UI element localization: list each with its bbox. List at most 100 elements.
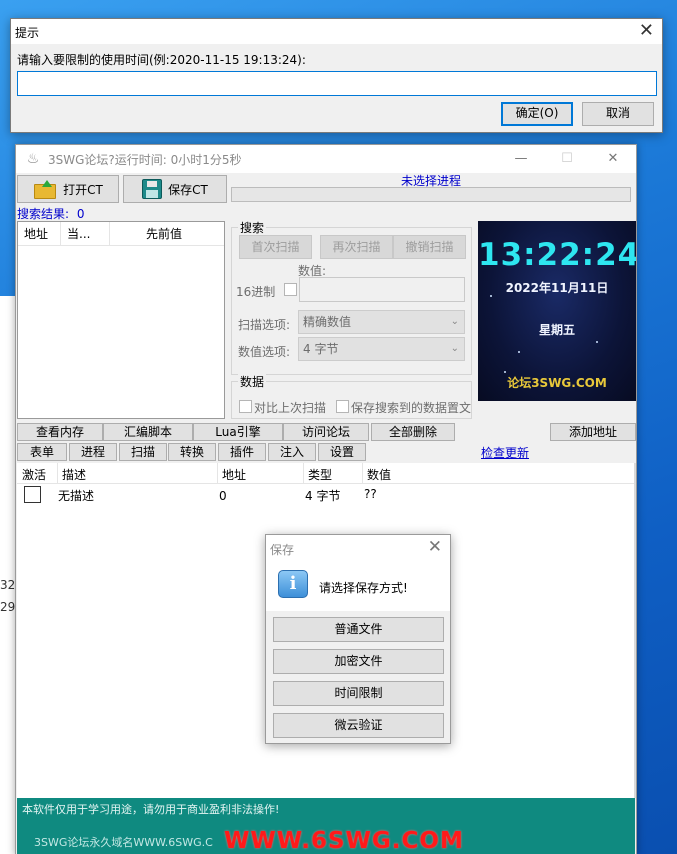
column-active[interactable]: 激活 bbox=[22, 466, 46, 483]
column-divider bbox=[362, 463, 363, 484]
close-icon[interactable]: ✕ bbox=[639, 20, 654, 41]
footer-banner: 本软件仅用于学习用途，请勿用于商业盈利非法操作! 3SWG论坛永久域名WWW.6… bbox=[17, 798, 635, 854]
visit-forum-button[interactable]: 访问论坛 bbox=[283, 423, 369, 441]
save-dialog-header: 保存 ✕ i 请选择保存方式! bbox=[266, 535, 450, 611]
scan-results-list[interactable]: 地址 当... 先前值 bbox=[17, 221, 225, 419]
column-value[interactable]: 数值 bbox=[367, 466, 391, 483]
row-type: 4 字节 bbox=[305, 489, 341, 503]
undo-scan-button[interactable]: 撤销扫描 bbox=[393, 235, 466, 259]
star-decoration bbox=[518, 351, 520, 353]
column-address[interactable]: 地址 bbox=[222, 466, 246, 483]
lua-engine-button[interactable]: Lua引擎 bbox=[193, 423, 283, 441]
results-count: 0 bbox=[76, 207, 85, 221]
info-icon: i bbox=[278, 570, 308, 598]
scan-value-input[interactable] bbox=[299, 277, 465, 302]
tab-inject[interactable]: 注入 bbox=[268, 443, 316, 461]
add-address-button[interactable]: 添加地址 bbox=[550, 423, 636, 441]
floppy-disk-icon bbox=[142, 179, 163, 199]
background-number: 29 bbox=[0, 600, 16, 614]
open-ct-label: 打开CT bbox=[63, 182, 103, 197]
star-decoration bbox=[596, 341, 598, 343]
chevron-down-icon: ⌄ bbox=[450, 316, 459, 327]
footer-note: 本软件仅用于学习用途，请勿用于商业盈利非法操作! bbox=[22, 803, 280, 816]
clock-forum-label: 论坛3SWG.COM bbox=[507, 376, 607, 390]
prompt-title-bar[interactable]: 提示 ✕ bbox=[11, 19, 662, 44]
compare-last-checkbox[interactable] bbox=[239, 400, 252, 413]
save-dialog-message: 请选择保存方式! bbox=[319, 581, 408, 595]
value-option-value: 4 字节 bbox=[303, 342, 339, 356]
clock-date: 2022年11月11日 bbox=[505, 281, 609, 295]
view-memory-button[interactable]: 查看内存 bbox=[17, 423, 103, 441]
close-icon[interactable]: ✕ bbox=[428, 537, 442, 557]
save-ct-label: 保存CT bbox=[168, 182, 208, 197]
column-divider bbox=[57, 463, 58, 484]
background-number: 32 bbox=[0, 578, 16, 592]
main-window: ♨ 3SWG论坛?运行时间: 0小时1分5秒 — ☐ ✕ 打开CT 保存CT 未… bbox=[15, 144, 637, 854]
time-limit-input[interactable] bbox=[17, 71, 657, 96]
tab-plugin[interactable]: 插件 bbox=[218, 443, 266, 461]
star-decoration bbox=[504, 371, 506, 373]
row-address: 0 bbox=[219, 489, 227, 503]
cancel-button[interactable]: 取消 bbox=[582, 102, 654, 126]
save-results-checkbox[interactable] bbox=[336, 400, 349, 413]
active-checkbox[interactable] bbox=[24, 486, 41, 503]
scan-option-label: 扫描选项: bbox=[238, 318, 291, 332]
data-group-title: 数据 bbox=[238, 373, 267, 390]
open-folder-icon bbox=[33, 180, 57, 199]
clock-time: 13:22:24 bbox=[478, 237, 636, 273]
save-dialog-title: 保存 bbox=[270, 543, 295, 557]
results-text: 搜索结果: bbox=[17, 207, 70, 221]
save-time-limit-button[interactable]: 时间限制 bbox=[273, 681, 444, 706]
column-divider bbox=[217, 463, 218, 484]
clock-panel: 13:22:24 2022年11月11日 星期五 论坛3SWG.COM bbox=[478, 221, 636, 401]
scan-option-value: 精确数值 bbox=[303, 315, 352, 329]
tab-process[interactable]: 进程 bbox=[69, 443, 117, 461]
main-window-title: 3SWG论坛?运行时间: 0小时1分5秒 bbox=[48, 152, 242, 167]
column-address[interactable]: 地址 bbox=[18, 221, 61, 246]
compare-last-label: 对比上次扫描 bbox=[254, 401, 327, 415]
column-previous[interactable]: 先前值 bbox=[110, 222, 224, 246]
chevron-down-icon: ⌄ bbox=[450, 343, 459, 354]
column-type[interactable]: 类型 bbox=[308, 466, 332, 483]
column-current[interactable]: 当... bbox=[61, 221, 110, 246]
save-dialog: 保存 ✕ i 请选择保存方式! 普通文件 加密文件 时间限制 微云验证 bbox=[265, 534, 451, 744]
save-normal-file-button[interactable]: 普通文件 bbox=[273, 617, 444, 642]
address-table-header: 激活 描述 地址 类型 数值 bbox=[17, 463, 635, 484]
tab-scan[interactable]: 扫描 bbox=[119, 443, 167, 461]
scan-option-select[interactable]: 精确数值 ⌄ bbox=[298, 310, 465, 334]
search-group-title: 搜索 bbox=[238, 219, 267, 236]
delete-all-button[interactable]: 全部删除 bbox=[371, 423, 455, 441]
footer-domain: 3SWG论坛永久域名WWW.6SWG.C bbox=[34, 836, 213, 849]
table-scrollbar[interactable] bbox=[634, 463, 636, 798]
open-ct-button[interactable]: 打开CT bbox=[17, 175, 119, 203]
maximize-icon[interactable]: ☐ bbox=[544, 145, 590, 173]
tab-convert[interactable]: 转换 bbox=[168, 443, 216, 461]
footer-watermark: WWW.6SWG.COM bbox=[224, 828, 464, 854]
search-results-label: 搜索结果: 0 bbox=[17, 205, 85, 222]
tab-form[interactable]: 表单 bbox=[17, 443, 67, 461]
first-scan-button[interactable]: 首次扫描 bbox=[239, 235, 312, 259]
row-value: ?? bbox=[364, 487, 377, 501]
check-update-link[interactable]: 检查更新 bbox=[461, 444, 549, 461]
scan-progress-bar bbox=[231, 187, 631, 202]
save-weiyun-verify-button[interactable]: 微云验证 bbox=[273, 713, 444, 738]
save-results-label: 保存搜索到的数据置文 bbox=[351, 401, 472, 415]
penguin-app-icon: ♨ bbox=[26, 151, 40, 167]
clock-weekday: 星期五 bbox=[538, 323, 575, 337]
column-description[interactable]: 描述 bbox=[62, 466, 86, 483]
ok-button[interactable]: 确定(O) bbox=[501, 102, 573, 126]
asm-script-button[interactable]: 汇编脚本 bbox=[103, 423, 193, 441]
close-icon[interactable]: ✕ bbox=[590, 145, 636, 173]
prompt-title: 提示 bbox=[15, 26, 40, 40]
minimize-icon[interactable]: — bbox=[498, 145, 544, 173]
save-encrypted-file-button[interactable]: 加密文件 bbox=[273, 649, 444, 674]
tab-settings[interactable]: 设置 bbox=[318, 443, 366, 461]
hex-checkbox[interactable] bbox=[284, 283, 297, 296]
value-option-select[interactable]: 4 字节 ⌄ bbox=[298, 337, 465, 361]
next-scan-button[interactable]: 再次扫描 bbox=[320, 235, 393, 259]
column-divider bbox=[303, 463, 304, 484]
row-description: 无描述 bbox=[58, 489, 95, 503]
main-title-bar[interactable]: ♨ 3SWG论坛?运行时间: 0小时1分5秒 — ☐ ✕ bbox=[16, 145, 636, 173]
prompt-message: 请输入要限制的使用时间(例:2020-11-15 19:13:24): bbox=[17, 53, 306, 67]
save-ct-button[interactable]: 保存CT bbox=[123, 175, 227, 203]
